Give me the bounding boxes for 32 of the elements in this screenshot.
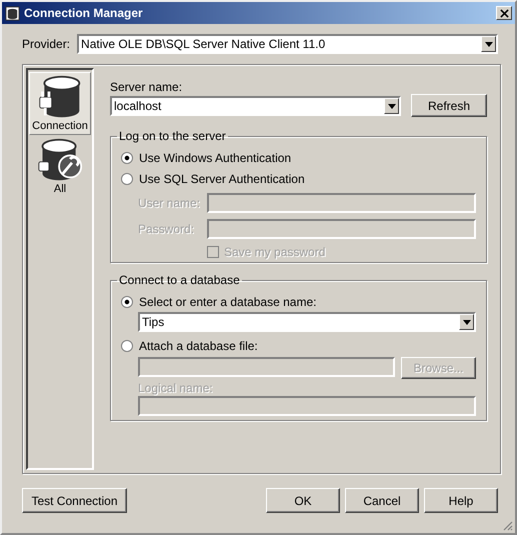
provider-label: Provider: — [22, 37, 70, 51]
group-title: Log on to the server — [118, 129, 227, 143]
radio-label: Use Windows Authentication — [139, 150, 292, 164]
sidebar-item[interactable]: All — [29, 135, 91, 198]
radio-button[interactable] — [121, 340, 133, 352]
password-field[interactable] — [207, 219, 476, 239]
radio-button[interactable] — [121, 172, 133, 184]
window-title: Connection Manager — [24, 6, 144, 20]
close-button[interactable] — [496, 6, 512, 20]
logical-name-field[interactable] — [138, 396, 476, 416]
refresh-button[interactable]: Refresh — [411, 94, 487, 117]
resize-grip-icon[interactable] — [501, 519, 513, 531]
database-name-dropdown[interactable]: Tips — [138, 312, 476, 332]
checkbox[interactable] — [207, 246, 219, 258]
provider-dropdown[interactable]: Native OLE DB\SQL Server Native Client 11.0 — [77, 34, 498, 54]
close-icon[interactable] — [500, 8, 508, 18]
help-button[interactable]: Help — [424, 488, 498, 513]
radio-label: Attach a database file: — [139, 338, 258, 352]
radio-label: Select or enter a database name: — [139, 294, 316, 308]
database-wrench-icon — [36, 137, 84, 183]
group-title: Connect to a database — [118, 273, 241, 287]
ok-button[interactable]: OK — [266, 488, 340, 513]
user-name-field[interactable] — [207, 193, 476, 213]
server-name-dropdown[interactable]: localhost — [110, 96, 401, 116]
radio-button[interactable] — [121, 296, 133, 308]
cancel-button[interactable]: Cancel — [345, 488, 419, 513]
sidebar-item[interactable]: Connection — [29, 72, 91, 135]
radio-button[interactable] — [121, 152, 133, 164]
database-icon — [5, 6, 20, 20]
server-name-label: Server name: — [110, 80, 184, 94]
radio-label: Use SQL Server Authentication — [139, 172, 305, 186]
test-connection-button[interactable]: Test Connection — [22, 488, 127, 513]
